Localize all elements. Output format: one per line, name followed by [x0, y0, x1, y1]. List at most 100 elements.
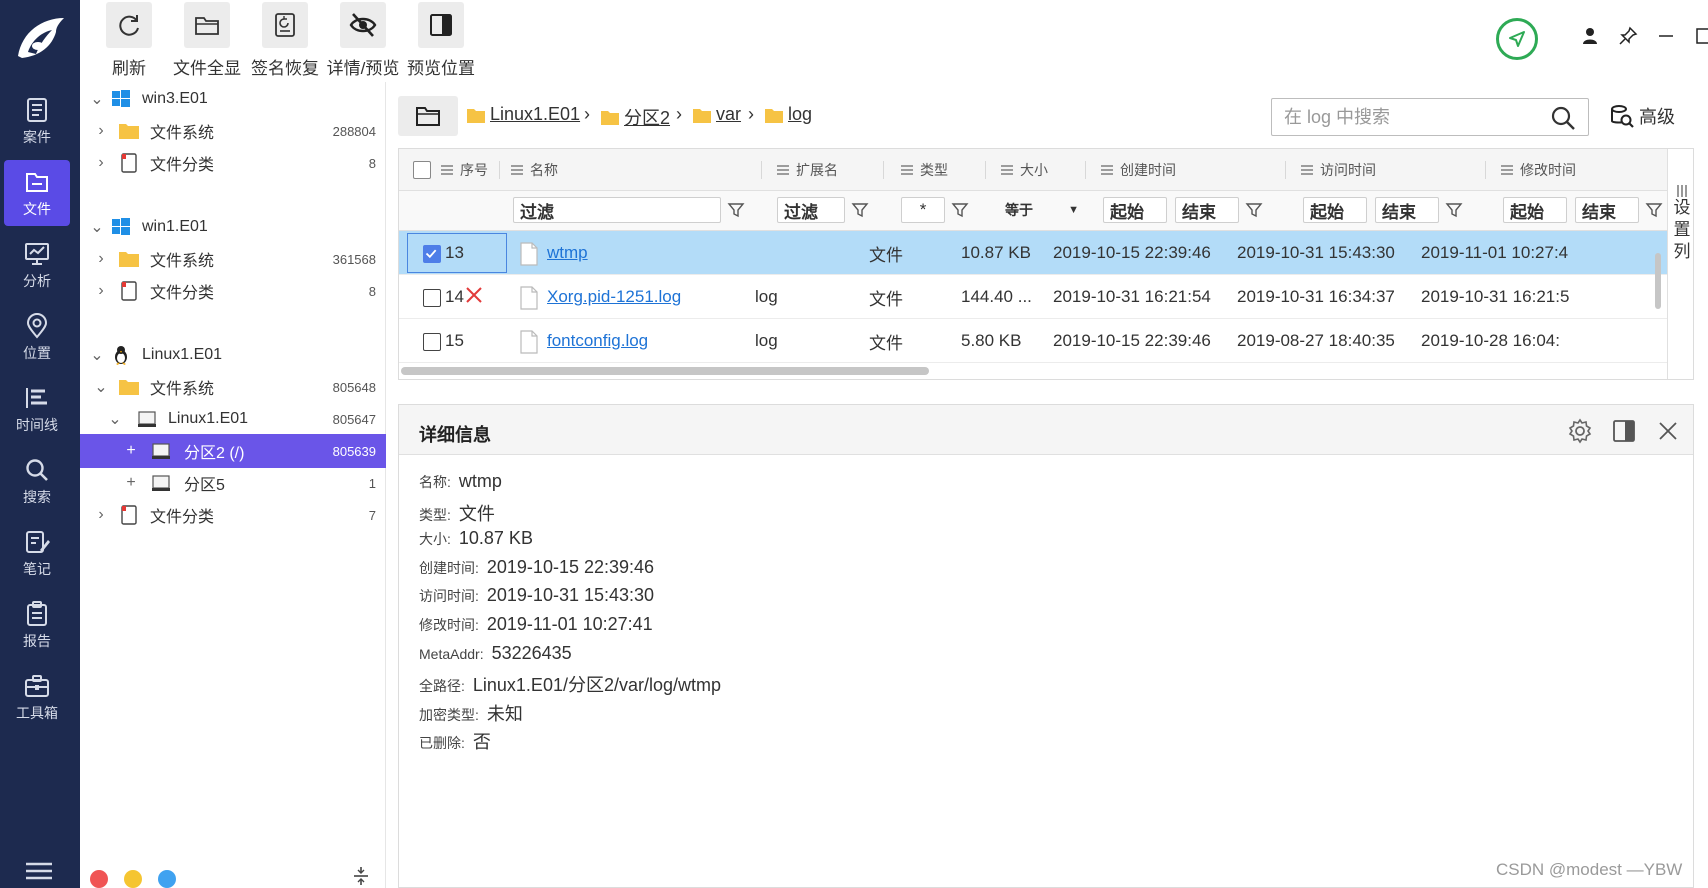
breadcrumb-item[interactable]: 分区2 — [600, 104, 670, 130]
tree-node[interactable]: › 文件系统 361568 — [80, 242, 386, 276]
maximize-button[interactable] — [1690, 22, 1708, 50]
tree-node[interactable]: ⌄ win3.E01 — [80, 82, 386, 116]
filter-funnel-icon[interactable] — [951, 201, 969, 219]
ext-filter-input[interactable]: 过滤 — [777, 197, 845, 223]
column-divider[interactable] — [883, 161, 884, 179]
file-name-link[interactable]: fontconfig.log — [547, 331, 648, 351]
tree-expander-icon[interactable]: + — [124, 474, 138, 491]
tree-node[interactable]: ⌄ Linux1.E01 — [80, 338, 386, 372]
row-checkbox[interactable] — [423, 333, 441, 351]
tree-node[interactable]: › 文件分类 8 — [80, 274, 386, 308]
name-filter-input[interactable]: 过滤 — [513, 197, 721, 223]
column-settings-button[interactable]: 设置列 — [1667, 149, 1693, 379]
filter-funnel-icon[interactable] — [1245, 201, 1263, 219]
folder-browse-button[interactable] — [398, 96, 458, 136]
modified-end-input[interactable]: 结束 — [1575, 197, 1639, 223]
created-end-input[interactable]: 结束 — [1175, 197, 1239, 223]
filter-funnel-icon[interactable] — [1645, 201, 1663, 219]
tree-expander-icon[interactable]: › — [94, 122, 108, 139]
accessed-start-input[interactable]: 起始 — [1303, 197, 1367, 223]
table-row[interactable]: 13 wtmp 文件 10.87 KB 2019-10-15 22:39:46 2019-… — [399, 231, 1667, 275]
tree-expander-icon[interactable]: ⌄ — [94, 379, 108, 396]
column-divider[interactable] — [985, 161, 986, 179]
vertical-scrollbar[interactable] — [1655, 253, 1661, 309]
column-divider[interactable] — [761, 161, 762, 179]
collapse-all-icon[interactable] — [352, 866, 370, 886]
tree-expander-icon[interactable]: ⌄ — [108, 411, 122, 428]
search-input[interactable] — [1284, 105, 1544, 129]
horizontal-scrollbar[interactable] — [401, 367, 929, 375]
tree-expander-icon[interactable]: › — [94, 154, 108, 171]
table-row[interactable]: 14 Xorg.pid-1251.log log 文件 144.40 ... 2019-1… — [399, 275, 1667, 319]
rail-item-search[interactable]: 搜索 — [4, 448, 70, 514]
filter-funnel-icon[interactable] — [1445, 201, 1463, 219]
column-divider[interactable] — [1285, 161, 1286, 179]
tree-expander-icon[interactable]: › — [94, 282, 108, 299]
tree-node[interactable]: › 文件系统 288804 — [80, 114, 386, 148]
file-name-link[interactable]: Xorg.pid-1251.log — [547, 287, 681, 307]
rail-item-location[interactable]: 位置 — [4, 304, 70, 370]
tree-node[interactable]: + 分区5 1 — [80, 466, 386, 500]
row-checkbox[interactable] — [423, 245, 441, 263]
filter-funnel-icon[interactable] — [851, 201, 869, 219]
modified-start-input[interactable]: 起始 — [1503, 197, 1567, 223]
close-icon[interactable] — [1655, 418, 1681, 444]
show-all-files-button[interactable]: 文件全显 — [168, 2, 246, 80]
tree-expander-icon[interactable]: › — [94, 250, 108, 267]
tree-node[interactable]: › 文件分类 7 — [80, 498, 386, 532]
breadcrumb-item[interactable]: var — [692, 104, 741, 125]
detail-preview-button[interactable]: 详情/预览 — [324, 2, 402, 80]
rail-item-toolbox[interactable]: 工具箱 — [4, 664, 70, 730]
tree-expander-icon[interactable]: › — [94, 506, 108, 523]
rail-item-file[interactable]: 文件 — [4, 160, 70, 226]
refresh-button[interactable]: 刷新 — [90, 2, 168, 80]
tree-node[interactable]: + 分区2 (/) 805639 — [80, 434, 386, 468]
tree-node[interactable]: ⌄ 文件系统 805648 — [80, 370, 386, 404]
gear-icon[interactable] — [1567, 418, 1593, 444]
type-filter-input[interactable]: * — [901, 197, 945, 223]
created-start-input[interactable]: 起始 — [1103, 197, 1167, 223]
tree-expander-icon[interactable]: ⌄ — [90, 91, 104, 108]
row-checkbox[interactable] — [423, 289, 441, 307]
user-button[interactable] — [1576, 22, 1604, 50]
file-name-link[interactable]: wtmp — [547, 243, 588, 263]
tree-expander-icon[interactable]: ⌄ — [90, 219, 104, 236]
table-row[interactable]: 15 fontconfig.log log 文件 5.80 KB 2019-10-15 2… — [399, 319, 1667, 363]
panel-right-icon[interactable] — [1611, 418, 1637, 444]
filter-funnel-icon[interactable] — [727, 201, 745, 219]
connection-status-indicator[interactable] — [1496, 18, 1538, 60]
signature-restore-button[interactable]: 签名恢复 — [246, 2, 324, 80]
rail-item-report[interactable]: 报告 — [4, 592, 70, 658]
advanced-search-button[interactable]: 高级 — [1609, 100, 1675, 132]
rail-item-analysis[interactable]: 分析 — [4, 232, 70, 298]
column-header-ext[interactable]: 扩展名 — [777, 149, 838, 191]
tree-node[interactable]: › 文件分类 8 — [80, 146, 386, 180]
column-header-accessed[interactable]: 访问时间 — [1301, 149, 1376, 191]
search-icon[interactable] — [1550, 105, 1576, 131]
column-header-index[interactable]: 序号 — [441, 149, 488, 191]
preview-position-button[interactable]: 预览位置 — [402, 2, 480, 80]
rail-item-case[interactable]: 案件 — [4, 88, 70, 154]
column-header-type[interactable]: 类型 — [901, 149, 948, 191]
select-all-checkbox[interactable] — [413, 161, 431, 179]
column-divider[interactable] — [1485, 161, 1486, 179]
pin-button[interactable] — [1614, 22, 1642, 50]
column-divider[interactable] — [1085, 161, 1086, 179]
column-divider[interactable] — [499, 161, 500, 179]
accessed-end-input[interactable]: 结束 — [1375, 197, 1439, 223]
minimize-button[interactable] — [1652, 22, 1680, 50]
breadcrumb-item[interactable]: Linux1.E01 — [466, 104, 580, 125]
tree-expander-icon[interactable]: + — [124, 442, 138, 459]
tree-node[interactable]: ⌄ Linux1.E01 805647 — [80, 402, 386, 436]
column-header-size[interactable]: 大小 — [1001, 149, 1048, 191]
tree-node[interactable]: ⌄ win1.E01 — [80, 210, 386, 244]
tree-expander-icon[interactable]: ⌄ — [90, 347, 104, 364]
column-header-created[interactable]: 创建时间 — [1101, 149, 1176, 191]
rail-item-note[interactable]: 笔记 — [4, 520, 70, 586]
breadcrumb-item[interactable]: log — [764, 104, 812, 125]
column-header-name[interactable]: 名称 — [511, 149, 558, 191]
rail-item-timeline[interactable]: 时间线 — [4, 376, 70, 442]
size-operator-select[interactable]: 等于 ▼ — [1005, 197, 1085, 223]
hamburger-menu-icon[interactable] — [24, 860, 54, 882]
column-header-modified[interactable]: 修改时间 — [1501, 149, 1576, 191]
